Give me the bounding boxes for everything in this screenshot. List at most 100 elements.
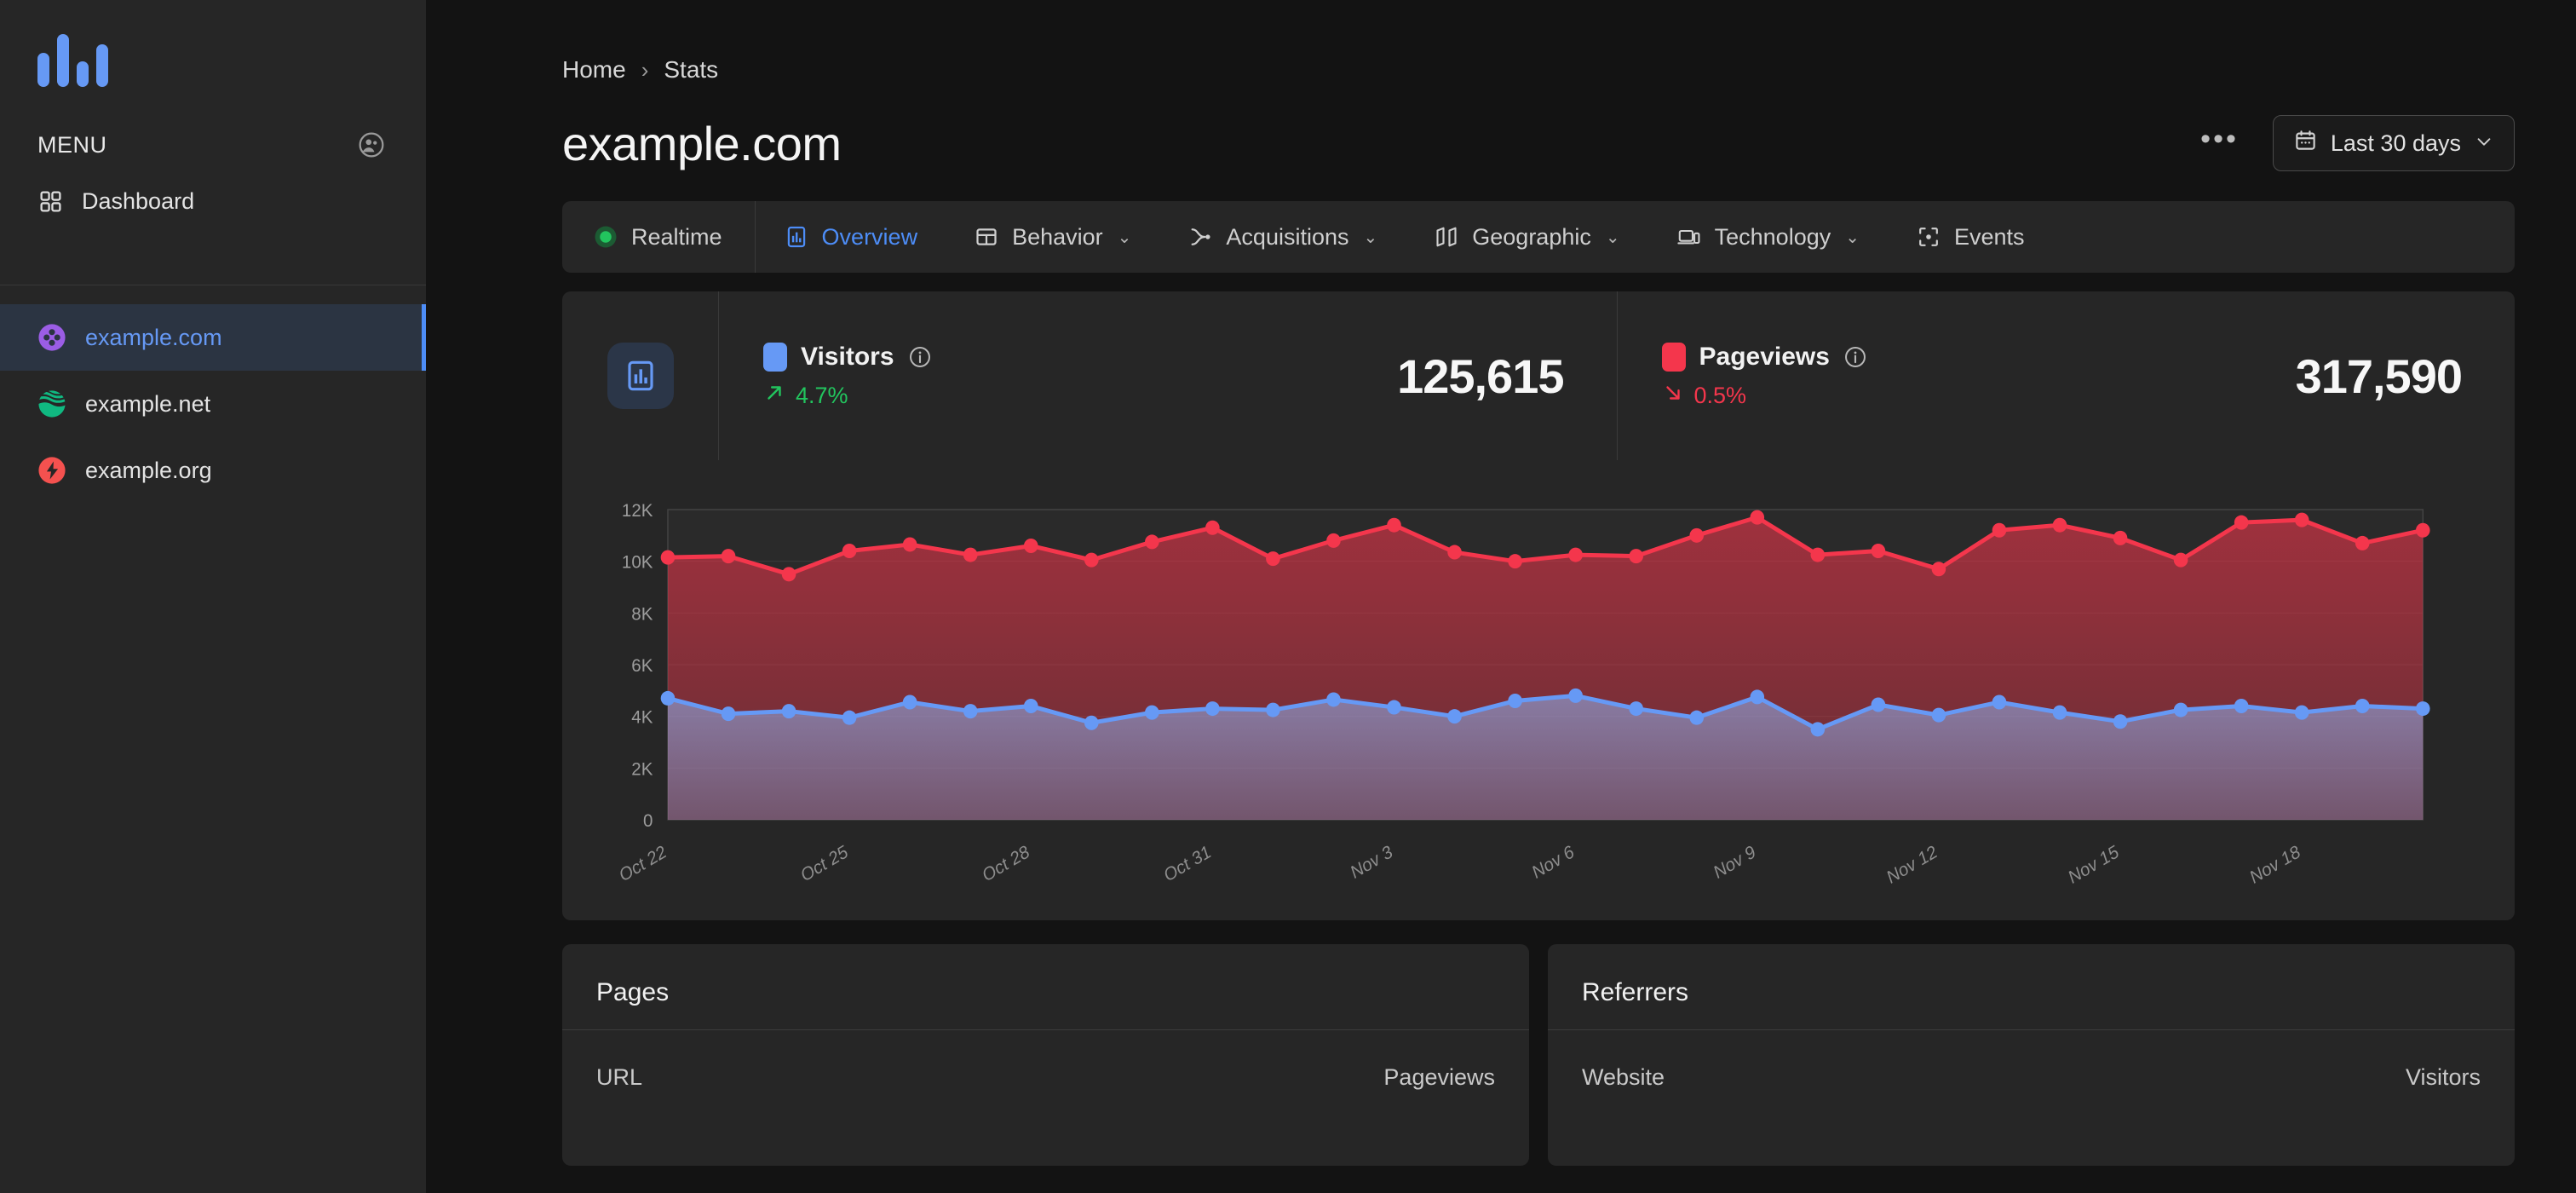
site-label: example.org — [85, 457, 212, 483]
svg-text:8K: 8K — [631, 604, 653, 624]
tab-acquisitions[interactable]: Acquisitions ⌄ — [1159, 201, 1406, 273]
site-list: example.com example.net example.org — [0, 285, 426, 504]
chevron-right-icon: › — [641, 56, 649, 83]
metric-delta-value: 4.7% — [796, 382, 848, 408]
metric-label: Visitors — [801, 342, 894, 371]
column-header-website[interactable]: Website — [1582, 1064, 1665, 1091]
tab-realtime[interactable]: Realtime — [562, 201, 756, 273]
metric-card-pageviews[interactable]: Pageviews 0.5% 317,590 — [1616, 291, 2516, 460]
waves-circle-icon — [37, 389, 66, 418]
metric-info: Pageviews 0.5% — [1661, 342, 1867, 410]
site-label: example.com — [85, 324, 222, 350]
live-dot-icon — [593, 224, 618, 250]
pages-table-header: URL Pageviews — [562, 1030, 1529, 1091]
layout-icon — [974, 224, 999, 250]
info-icon[interactable] — [1843, 345, 1867, 369]
chevron-down-icon: ⌄ — [1363, 228, 1378, 247]
svg-text:Oct 22: Oct 22 — [616, 842, 670, 885]
main-content: Home › Stats example.com ••• Last 30 day… — [426, 0, 2576, 1193]
chevron-down-icon — [2475, 130, 2493, 157]
tab-events[interactable]: Events — [1888, 201, 2053, 273]
metric-value: 125,615 — [1397, 349, 1564, 403]
branch-icon — [1187, 224, 1213, 250]
chart-badge-icon — [607, 343, 674, 409]
tab-label: Behavior — [1012, 223, 1103, 250]
pageviews-color-swatch — [1661, 342, 1686, 372]
bar-chart-icon — [784, 224, 809, 250]
svg-text:4K: 4K — [631, 707, 653, 727]
metric-chart-toggle[interactable] — [562, 291, 719, 460]
svg-text:Nov 6: Nov 6 — [1528, 842, 1578, 883]
tab-label: Events — [1954, 223, 2025, 250]
svg-text:12K: 12K — [622, 501, 653, 521]
svg-text:Nov 12: Nov 12 — [1883, 842, 1941, 886]
breadcrumb-current[interactable]: Stats — [664, 56, 718, 84]
sidebar-item-example-com[interactable]: example.com — [0, 304, 426, 371]
svg-text:0: 0 — [643, 811, 653, 831]
menu-label: MENU — [37, 131, 107, 158]
column-header-url[interactable]: URL — [596, 1064, 642, 1091]
chevron-down-icon: ⌄ — [1845, 228, 1860, 247]
info-icon[interactable] — [908, 345, 932, 369]
svg-text:2K: 2K — [631, 759, 653, 779]
logo-container[interactable] — [0, 0, 426, 119]
referrers-table-header: Website Visitors — [1548, 1030, 2515, 1091]
metric-name-row: Visitors — [763, 342, 932, 372]
calendar-icon — [2294, 129, 2317, 158]
svg-text:Oct 25: Oct 25 — [797, 842, 852, 885]
timeseries-chart[interactable]: 0 2K 4K 6K 8K 10K 12K Oct 22 Oct 25 Oct 28 Oct 31 N… — [596, 494, 2468, 886]
metric-name-row: Pageviews — [1661, 342, 1867, 372]
bottom-panels: Pages URL Pageviews Referrers Website Vi… — [562, 944, 2515, 1166]
target-icon — [1916, 224, 1941, 250]
tab-technology[interactable]: Technology ⌄ — [1648, 201, 1888, 273]
metrics-bar: Visitors 4.7% 125,615 Pageviews 0.5% 317… — [562, 291, 2515, 460]
timeseries-chart-card: 0 2K 4K 6K 8K 10K 12K Oct 22 Oct 25 Oct 28 Oct 31 N… — [562, 460, 2515, 920]
devices-icon — [1676, 224, 1702, 250]
svg-text:Nov 3: Nov 3 — [1347, 842, 1396, 883]
metric-delta-value: 0.5% — [1693, 382, 1747, 408]
grid-icon — [37, 188, 63, 214]
tab-geographic[interactable]: Geographic ⌄ — [1406, 201, 1647, 273]
sidebar-item-example-org[interactable]: example.org — [0, 437, 426, 504]
arrow-up-right-icon — [763, 382, 785, 410]
app-root: MENU Dashboard example.com example.net e… — [0, 0, 2576, 1193]
svg-text:Nov 15: Nov 15 — [2065, 842, 2123, 886]
metric-card-visitors[interactable]: Visitors 4.7% 125,615 — [719, 291, 1617, 460]
breadcrumb: Home › Stats — [562, 53, 2515, 87]
title-row: example.com ••• Last 30 days — [562, 111, 2515, 176]
svg-text:Oct 31: Oct 31 — [1160, 842, 1215, 885]
tab-overview[interactable]: Overview — [756, 201, 946, 273]
metric-info: Visitors 4.7% — [763, 342, 932, 410]
menu-header: MENU — [0, 119, 426, 170]
svg-text:6K: 6K — [631, 656, 653, 676]
arrow-down-right-icon — [1662, 382, 1684, 410]
date-range-picker[interactable]: Last 30 days — [2272, 115, 2515, 171]
tab-label: Technology — [1714, 223, 1831, 250]
column-header-visitors[interactable]: Visitors — [2406, 1064, 2481, 1091]
column-header-pageviews[interactable]: Pageviews — [1383, 1064, 1495, 1091]
title-actions: ••• Last 30 days — [2192, 115, 2515, 171]
analytics-bars-logo — [37, 34, 426, 87]
sidebar-item-dashboard[interactable]: Dashboard — [0, 170, 426, 232]
panel-title: Pages — [596, 978, 670, 1006]
visitors-color-swatch — [763, 342, 787, 372]
tab-label: Overview — [821, 223, 918, 250]
tab-label: Geographic — [1472, 223, 1591, 250]
panel-title: Referrers — [1582, 978, 1689, 1006]
site-label: example.net — [85, 390, 211, 417]
metric-delta: 0.5% — [1662, 382, 1867, 410]
user-avatar-icon[interactable] — [358, 131, 385, 158]
bolt-circle-icon — [37, 456, 66, 485]
svg-text:Oct 28: Oct 28 — [979, 842, 1033, 885]
referrers-panel: Referrers Website Visitors — [1548, 944, 2515, 1166]
tab-label: Acquisitions — [1226, 223, 1349, 250]
metric-delta: 4.7% — [763, 382, 932, 410]
more-options-button[interactable]: ••• — [2192, 119, 2247, 167]
sidebar-item-example-net[interactable]: example.net — [0, 371, 426, 437]
svg-text:Nov 9: Nov 9 — [1710, 842, 1759, 883]
sidebar: MENU Dashboard example.com example.net e… — [0, 0, 426, 1193]
map-icon — [1434, 224, 1459, 250]
tab-behavior[interactable]: Behavior ⌄ — [946, 201, 1159, 273]
breadcrumb-home[interactable]: Home — [562, 56, 626, 84]
svg-text:10K: 10K — [622, 552, 653, 572]
